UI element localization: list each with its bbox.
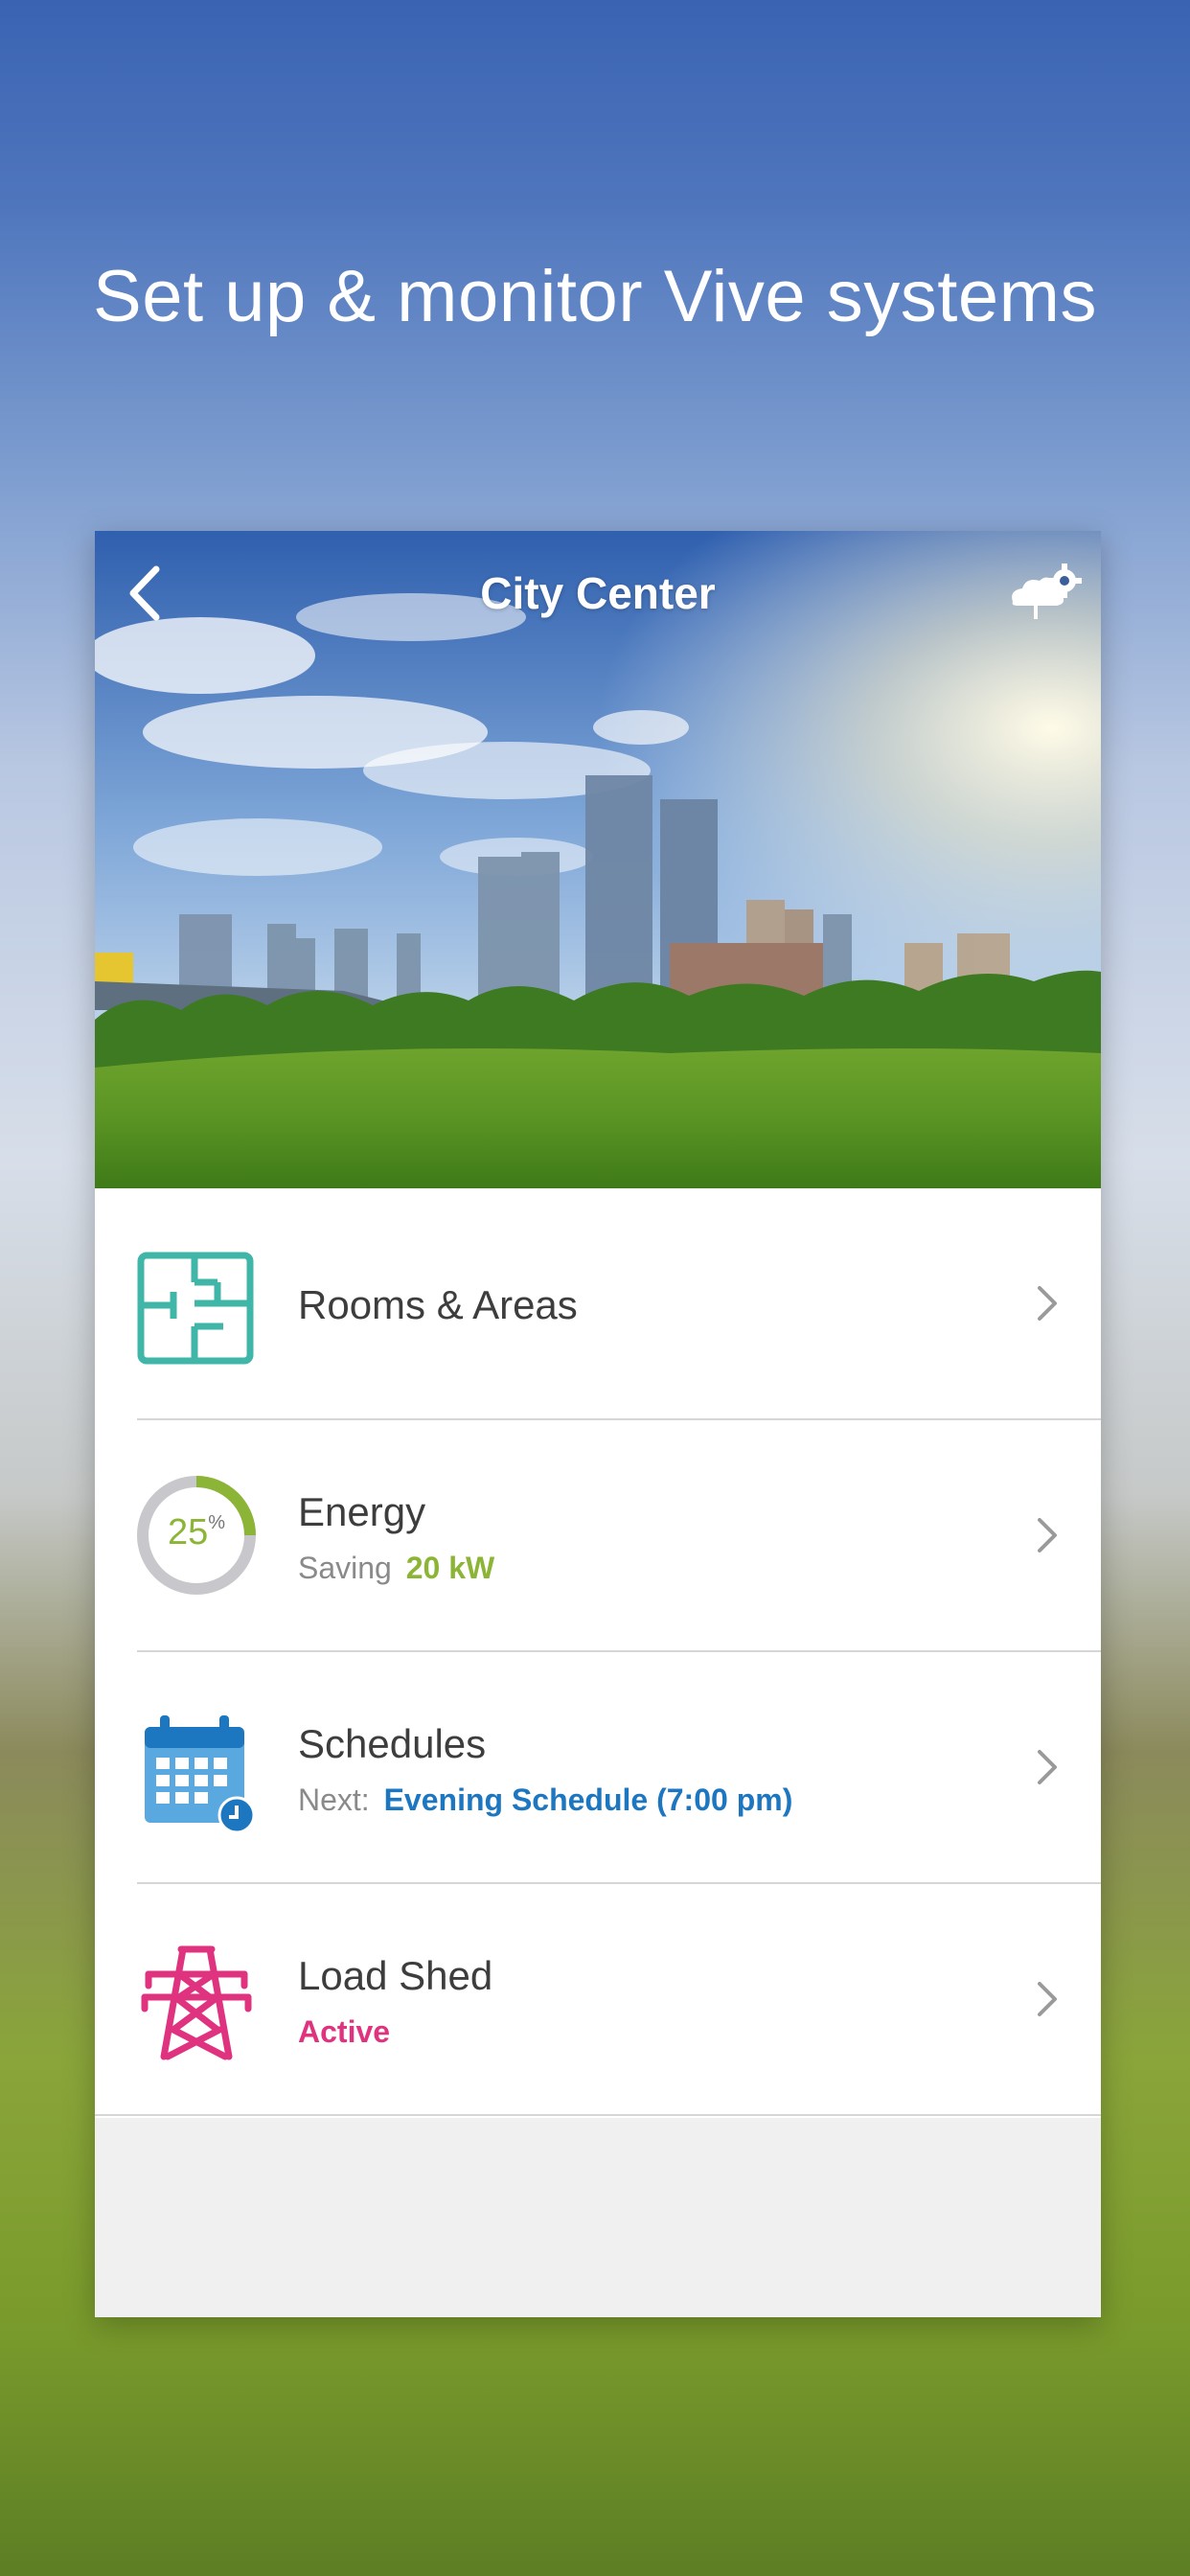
- floorplan-icon: [137, 1252, 254, 1365]
- divider: [95, 2114, 1101, 2116]
- menu-item-title: Energy: [298, 1489, 426, 1534]
- cloud-settings-button[interactable]: [1005, 560, 1082, 627]
- gauge-unit: %: [208, 1512, 226, 1533]
- menu-item-subtitle: Saving 20 kW: [298, 1551, 494, 1586]
- chevron-right-icon: [1038, 1518, 1057, 1552]
- chevron-right-icon: [1038, 1982, 1057, 2016]
- menu-list: Rooms & Areas 25% Energy Saving 20 kW Sc…: [95, 1188, 1101, 2116]
- menu-item-energy[interactable]: 25% Energy Saving 20 kW: [95, 1420, 1101, 1652]
- chevron-right-icon: [1038, 1750, 1057, 1784]
- hero-image: City Center: [95, 531, 1101, 1188]
- page-title: City Center: [480, 568, 716, 618]
- sub-label: Next:: [298, 1782, 370, 1817]
- power-tower-icon: [141, 1945, 252, 2060]
- next-schedule-value: Evening Schedule (7:00 pm): [383, 1782, 793, 1817]
- cloud-gear-icon: [1012, 564, 1082, 619]
- load-shed-status: Active: [298, 2014, 391, 2049]
- sub-label: Saving: [298, 1551, 392, 1585]
- gauge-value: 25: [167, 1512, 209, 1552]
- chevron-right-icon: [1038, 1286, 1057, 1321]
- site-card: City Center Rooms & Areas 25% Energy Sav…: [95, 531, 1101, 2317]
- menu-item-title: Load Shed: [298, 1953, 493, 1998]
- menu-item-load-shed[interactable]: Load Shed Active: [95, 1884, 1101, 2116]
- empty-footer-area: [95, 2118, 1101, 2317]
- menu-item-schedules[interactable]: Schedules Next: Evening Schedule (7:00 p…: [95, 1652, 1101, 1884]
- energy-saving-value: 20 kW: [405, 1551, 495, 1585]
- calendar-clock-icon: [145, 1715, 256, 1832]
- headline: Set up & monitor Vive systems: [93, 256, 1097, 337]
- energy-gauge-icon: 25%: [135, 1474, 258, 1597]
- menu-item-subtitle: Next: Evening Schedule (7:00 pm): [298, 1782, 792, 1818]
- menu-item-rooms-areas[interactable]: Rooms & Areas: [95, 1188, 1101, 1420]
- menu-item-title: Schedules: [298, 1721, 487, 1766]
- menu-item-title: Rooms & Areas: [298, 1282, 578, 1327]
